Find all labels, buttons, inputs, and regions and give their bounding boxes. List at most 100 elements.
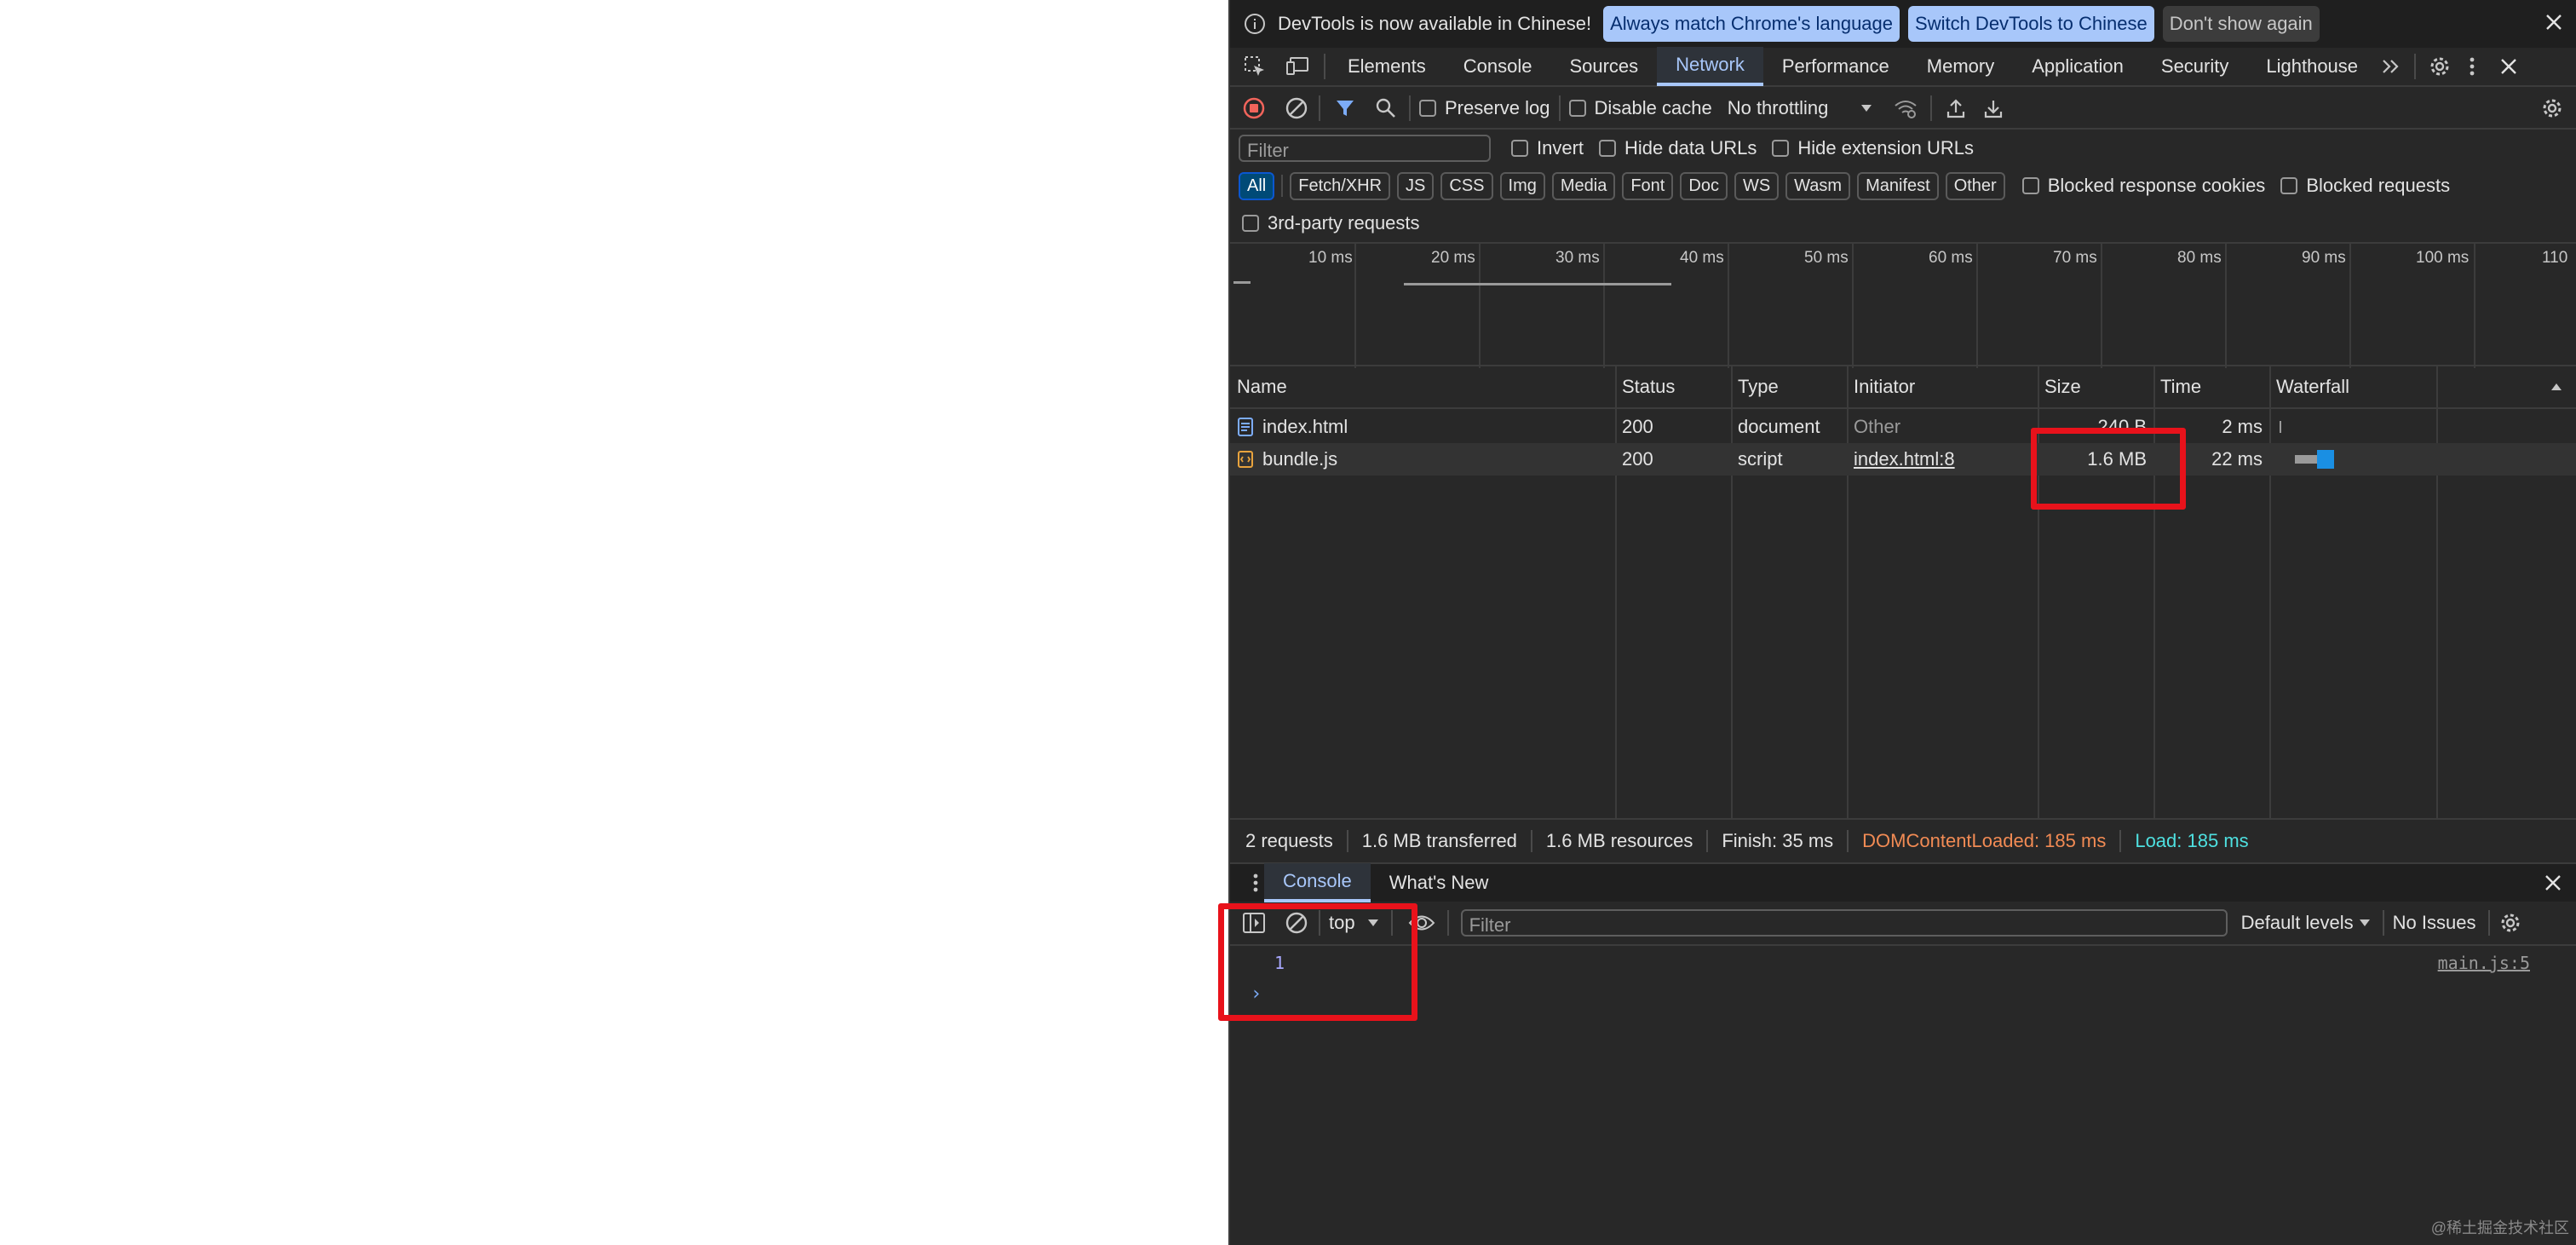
- drawer-tabbar: Console What's New: [1230, 862, 2576, 902]
- console-message: 1 main.js:5: [1230, 946, 2576, 980]
- type-filter-css[interactable]: CSS: [1440, 171, 1493, 200]
- summary-requests: 2 requests: [1245, 830, 1348, 852]
- waterfall-download-bar: [2317, 450, 2334, 469]
- network-overview-timeline[interactable]: 10 ms 20 ms 30 ms 40 ms 50 ms 60 ms 70 m…: [1230, 242, 2576, 368]
- tab-application[interactable]: Application: [2013, 47, 2142, 86]
- tab-console[interactable]: Console: [1445, 47, 1551, 86]
- console-settings-gear-icon[interactable]: [2498, 911, 2522, 935]
- column-header-name[interactable]: Name: [1230, 366, 1615, 409]
- column-header-type[interactable]: Type: [1731, 366, 1847, 409]
- preserve-log-checkbox[interactable]: Preserve log: [1419, 97, 1550, 119]
- column-header-waterfall[interactable]: Waterfall: [2269, 366, 2576, 409]
- console-prompt-line[interactable]: ›: [1230, 980, 2576, 1014]
- tab-memory[interactable]: Memory: [1908, 47, 2013, 86]
- close-devtools-icon[interactable]: [2499, 57, 2518, 76]
- column-header-status[interactable]: Status: [1615, 366, 1731, 409]
- inspect-element-icon[interactable]: [1242, 55, 1268, 78]
- requests-table: Name Status Type Initiator Size Time Wat…: [1230, 366, 2576, 818]
- type-filter-wasm[interactable]: Wasm: [1785, 171, 1851, 200]
- issues-button[interactable]: No Issues: [2393, 912, 2476, 934]
- switch-to-chinese-button[interactable]: Switch DevTools to Chinese: [1908, 6, 2154, 42]
- cell-type: script: [1738, 448, 1783, 470]
- log-levels-select[interactable]: Default levels: [2241, 912, 2371, 934]
- clear-icon[interactable]: [1285, 96, 1308, 120]
- stop-recording-icon[interactable]: [1242, 96, 1266, 120]
- settings-gear-icon[interactable]: [2428, 55, 2452, 78]
- hide-extension-urls-checkbox[interactable]: Hide extension URLs: [1772, 137, 1974, 159]
- tab-security[interactable]: Security: [2142, 47, 2247, 86]
- tab-elements[interactable]: Elements: [1329, 47, 1445, 86]
- waterfall-wait-bar: [2295, 455, 2317, 464]
- tick-line: [1603, 244, 1605, 368]
- cell-initiator-link[interactable]: index.html:8: [1847, 443, 2038, 476]
- type-filter-all[interactable]: All: [1239, 171, 1275, 200]
- type-filter-js[interactable]: JS: [1397, 171, 1435, 200]
- network-filter-input[interactable]: Filter: [1239, 135, 1491, 162]
- close-infobar-icon[interactable]: [2544, 12, 2564, 32]
- type-filter-doc[interactable]: Doc: [1680, 171, 1728, 200]
- drawer-tab-console[interactable]: Console: [1264, 863, 1371, 902]
- close-drawer-icon[interactable]: [2544, 873, 2562, 892]
- type-filter-font[interactable]: Font: [1622, 171, 1674, 200]
- column-header-initiator[interactable]: Initiator: [1847, 366, 2038, 409]
- overview-bar-bundle: [1404, 283, 1671, 285]
- type-filter-media[interactable]: Media: [1551, 171, 1616, 200]
- divider: [2487, 910, 2490, 936]
- third-party-requests-label: 3rd-party requests: [1268, 212, 1420, 233]
- table-row[interactable]: bundle.js 200 script index.html:8 1.6 MB…: [1230, 443, 2576, 476]
- cell-status: 200: [1622, 416, 1653, 437]
- drawer-menu-icon[interactable]: [1252, 872, 1259, 894]
- log-levels-value: Default levels: [2240, 912, 2354, 933]
- type-filter-fetch-xhr[interactable]: Fetch/XHR: [1290, 171, 1391, 200]
- summary-load: Load: 185 ms: [2135, 830, 2249, 851]
- disable-cache-checkbox[interactable]: Disable cache: [1568, 97, 1712, 119]
- drawer-tab-whats-new[interactable]: What's New: [1371, 863, 1508, 902]
- console-filter-input[interactable]: Filter: [1460, 909, 2228, 937]
- dont-show-again-button[interactable]: Don't show again: [2162, 6, 2320, 42]
- tick-label: 20 ms: [1431, 249, 1475, 267]
- invert-checkbox[interactable]: Invert: [1511, 137, 1584, 159]
- tab-lighthouse[interactable]: Lighthouse: [2247, 47, 2377, 86]
- network-settings-gear-icon[interactable]: [2540, 96, 2564, 120]
- hide-data-urls-checkbox[interactable]: Hide data URLs: [1599, 137, 1757, 159]
- type-filter-img[interactable]: Img: [1499, 171, 1545, 200]
- highlight-console-box: [1218, 903, 1417, 1021]
- type-filter-manifest[interactable]: Manifest: [1857, 171, 1939, 200]
- cell-waterfall: [2269, 411, 2576, 443]
- throttling-select[interactable]: No throttling: [1728, 97, 1873, 119]
- blocked-requests-checkbox[interactable]: Blocked requests: [2280, 175, 2450, 197]
- column-header-size[interactable]: Size: [2038, 366, 2153, 409]
- blocked-response-cookies-checkbox[interactable]: Blocked response cookies: [2021, 175, 2265, 197]
- devtools-panel: DevTools is now available in Chinese! Al…: [1218, 0, 2576, 1245]
- more-options-icon[interactable]: [2469, 55, 2475, 78]
- third-party-requests-checkbox[interactable]: 3rd-party requests: [1242, 212, 1420, 234]
- type-filter-other[interactable]: Other: [1945, 171, 2005, 200]
- search-icon[interactable]: [1375, 97, 1397, 119]
- blocked-requests-label: Blocked requests: [2306, 175, 2451, 196]
- hide-extension-urls-label: Hide extension URLs: [1797, 137, 1975, 159]
- type-filter-ws[interactable]: WS: [1734, 171, 1780, 200]
- console-log-source-link[interactable]: main.js:5: [2438, 953, 2530, 973]
- always-match-language-button[interactable]: Always match Chrome's language: [1603, 6, 1900, 42]
- summary-transferred: 1.6 MB transferred: [1362, 830, 1532, 852]
- tick-line: [1479, 244, 1481, 368]
- filter-funnel-icon[interactable]: [1334, 97, 1356, 119]
- network-conditions-icon[interactable]: [1893, 97, 1918, 119]
- column-header-time[interactable]: Time: [2153, 366, 2269, 409]
- waterfall-header-label: Waterfall: [2276, 376, 2349, 397]
- divider: [1409, 95, 1411, 121]
- device-toolbar-icon[interactable]: [1285, 55, 1310, 78]
- more-tabs-icon[interactable]: [2380, 56, 2402, 77]
- tab-network[interactable]: Network: [1657, 47, 1763, 86]
- divider: [2414, 54, 2417, 79]
- tab-sources[interactable]: Sources: [1550, 47, 1657, 86]
- export-har-icon[interactable]: [1983, 97, 2004, 119]
- tab-performance[interactable]: Performance: [1763, 47, 1908, 86]
- request-name: index.html: [1262, 416, 1348, 437]
- page-viewport: [0, 0, 1228, 1245]
- import-har-icon[interactable]: [1946, 97, 1966, 119]
- caret-down-icon: [1860, 104, 1872, 112]
- table-row[interactable]: index.html 200 document Other 240 B 2 ms: [1230, 411, 2576, 443]
- tick-label: 40 ms: [1680, 249, 1724, 267]
- divider: [1319, 95, 1320, 121]
